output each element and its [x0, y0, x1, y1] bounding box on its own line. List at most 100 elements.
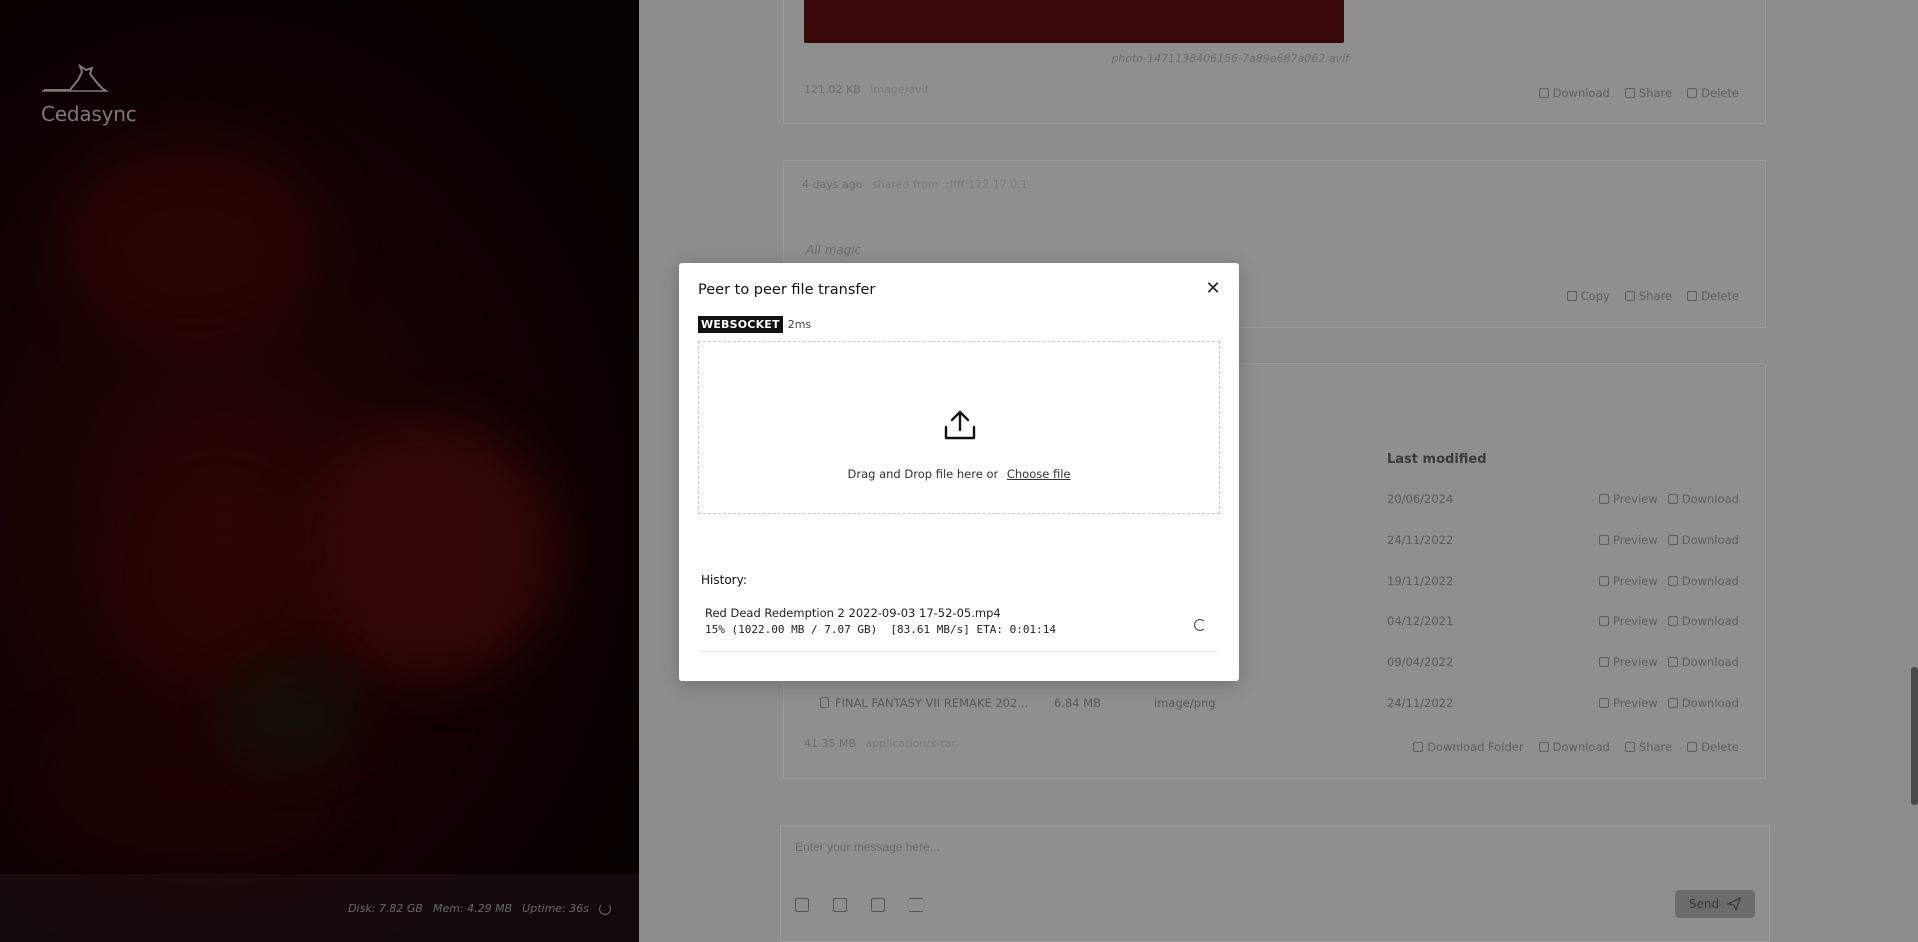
row-actions: Preview Download [1589, 533, 1739, 548]
share-icon [1624, 291, 1635, 301]
image-preview[interactable] [804, 0, 1344, 43]
file-type: image/avif [870, 83, 929, 96]
download-folder-button[interactable]: Download Folder [1413, 740, 1524, 754]
feed-card-file: photo-1471138406156-7a89e687a062.avif 12… [783, 0, 1766, 124]
copy-button[interactable]: Copy [1566, 289, 1610, 303]
delete-label: Delete [1701, 289, 1739, 303]
latency: 2ms [787, 318, 812, 331]
preview-button[interactable]: Preview [1599, 614, 1658, 628]
row-actions: Preview Download [1589, 614, 1739, 629]
logo-icon [42, 63, 108, 92]
eye-icon [1599, 698, 1609, 708]
delete-button[interactable]: Delete [1687, 740, 1739, 754]
message-origin: shared from ::ffff:172.17.0.1 [871, 178, 1028, 191]
file-meta: 121.02 KB image/avif [804, 83, 928, 96]
folder-type: application/x-tar [865, 737, 956, 750]
message-input[interactable] [795, 840, 1695, 854]
send-icon [1727, 897, 1742, 911]
file-size: 121.02 KB [804, 83, 861, 96]
download-folder-label: Download Folder [1427, 740, 1524, 754]
message-time: 4 days ago [802, 178, 863, 191]
preview-button[interactable]: Preview [1599, 533, 1658, 547]
delete-button[interactable]: Delete [1687, 86, 1739, 100]
row-actions: Preview Download [1589, 696, 1739, 711]
preview-label: Preview [1613, 696, 1658, 710]
protocol-badge: WEBSOCKET [698, 316, 783, 333]
preview-label: Preview [1613, 533, 1658, 547]
eye-icon [1599, 535, 1609, 545]
preview-button[interactable]: Preview [1599, 492, 1658, 506]
upload-icon [944, 410, 976, 440]
connection-info: WEBSOCKET 2ms [698, 316, 811, 333]
share-label: Share [1638, 289, 1673, 303]
preview-button[interactable]: Preview [1599, 655, 1658, 669]
download-button[interactable]: Download [1667, 492, 1739, 506]
download-icon [1667, 535, 1678, 545]
drop-instruction: Drag and Drop file here or [847, 467, 999, 481]
download-button[interactable]: Download [1667, 533, 1739, 547]
disk-usage: Disk: 7.82 GB [348, 902, 423, 915]
refresh-icon[interactable] [599, 902, 611, 915]
share-label: Share [1638, 86, 1673, 100]
download-button[interactable]: Download [1667, 696, 1739, 710]
file-name-cell: FINAL FANTASY VII REMAKE 202... [820, 696, 1028, 710]
choose-file-link[interactable]: Choose file [1007, 467, 1071, 481]
bg-overlay [0, 0, 639, 942]
history-heading: History: [701, 573, 747, 587]
download-button[interactable]: Download [1667, 614, 1739, 628]
download-icon [1667, 576, 1678, 586]
modified-cell: 20/06/2024 [1387, 492, 1454, 506]
preview-button[interactable]: Preview [1599, 574, 1658, 588]
eraser-icon [1687, 88, 1698, 98]
clipboard-icon[interactable] [871, 898, 885, 912]
loading-spinner-icon [1194, 619, 1206, 631]
status-bar: Disk: 7.82 GB Mem: 4.29 MB Uptime: 36s [0, 874, 639, 942]
folder-download-icon [1413, 742, 1424, 752]
download-label: Download [1681, 492, 1739, 506]
row-actions: Preview Download [1589, 655, 1739, 670]
size-cell: 6.84 MB [1054, 696, 1102, 710]
preview-label: Preview [1613, 492, 1658, 506]
system-stats: Disk: 7.82 GB Mem: 4.29 MB Uptime: 36s [348, 902, 611, 915]
dropzone-text: Drag and Drop file here or Choose file [699, 467, 1219, 481]
row-actions: Preview Download [1589, 492, 1739, 507]
message-text: All magic [806, 243, 862, 257]
scrollbar[interactable] [1911, 667, 1918, 805]
close-icon[interactable]: ✕ [1205, 280, 1221, 298]
delete-button[interactable]: Delete [1687, 289, 1739, 303]
message-composer: Send [780, 825, 1770, 942]
download-label: Download [1681, 696, 1739, 710]
table-row[interactable]: FINAL FANTASY VII REMAKE 202... 6.84 MB … [784, 684, 1765, 724]
transfer-progress: 15% (1022.00 MB / 7.07 GB) [83.61 MB/s] … [705, 623, 1056, 636]
modified-cell: 19/11/2022 [1387, 574, 1454, 588]
preview-button[interactable]: Preview [1599, 696, 1658, 710]
download-button[interactable]: Download [1538, 86, 1610, 100]
download-button[interactable]: Download [1538, 740, 1610, 754]
modified-cell: 24/11/2022 [1387, 533, 1454, 547]
eraser-icon [1687, 291, 1698, 301]
file-name: FINAL FANTASY VII REMAKE 202... [835, 696, 1029, 710]
delete-label: Delete [1701, 86, 1739, 100]
download-button[interactable]: Download [1667, 574, 1739, 588]
file-icon [820, 697, 829, 708]
type-cell: image/png [1154, 696, 1216, 710]
folder-upload-icon[interactable] [833, 898, 847, 912]
transfer-icon[interactable] [909, 898, 923, 912]
share-button[interactable]: Share [1624, 289, 1673, 303]
download-label: Download [1681, 614, 1739, 628]
preview-label: Preview [1613, 655, 1658, 669]
history-item: Red Dead Redemption 2 2022-09-03 17-52-0… [698, 603, 1220, 652]
modified-cell: 09/04/2022 [1387, 655, 1454, 669]
download-button[interactable]: Download [1667, 655, 1739, 669]
send-button[interactable]: Send [1675, 890, 1755, 918]
folder-meta: 41.35 MB application/x-tar [804, 737, 956, 750]
file-dropzone[interactable]: Drag and Drop file here or Choose file [698, 341, 1220, 514]
share-button[interactable]: Share [1624, 86, 1673, 100]
folder-size: 41.35 MB [804, 737, 857, 750]
file-upload-icon[interactable] [795, 898, 809, 912]
send-label: Send [1688, 897, 1720, 911]
download-icon [1667, 494, 1678, 504]
brand-name: Cedasync [41, 102, 137, 126]
copy-label: Copy [1580, 289, 1610, 303]
share-button[interactable]: Share [1624, 740, 1672, 754]
